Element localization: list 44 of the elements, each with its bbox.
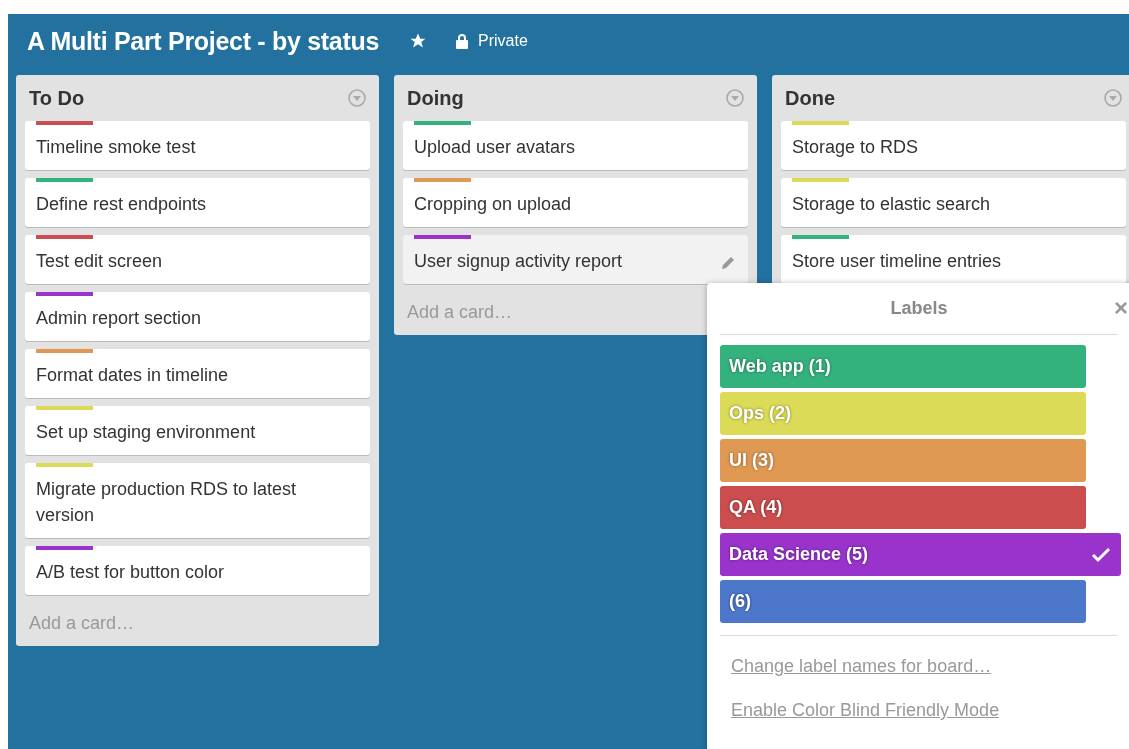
card[interactable]: A/B test for button color: [25, 546, 370, 595]
card-title: Cropping on upload: [414, 193, 572, 216]
card-title: Timeline smoke test: [36, 136, 196, 159]
star-icon[interactable]: [409, 32, 428, 50]
card-title: User signup activity report: [414, 250, 623, 273]
card-title: Storage to RDS: [792, 136, 919, 159]
card[interactable]: Timeline smoke test: [25, 121, 370, 170]
card-title: Set up staging environment: [36, 421, 256, 444]
menu-icon[interactable]: [725, 88, 745, 108]
lock-icon: [455, 33, 470, 49]
board-title[interactable]: A Multi Part Project - by status: [27, 26, 380, 56]
card-title: Store user timeline entries: [792, 250, 1002, 273]
card[interactable]: Storage to RDS: [781, 121, 1126, 170]
card[interactable]: Migrate production RDS to latest version: [25, 463, 370, 538]
card-title: Migrate production RDS to latest version: [36, 478, 298, 527]
menu-icon[interactable]: [1103, 88, 1123, 108]
menu-icon[interactable]: [347, 88, 367, 108]
card[interactable]: Upload user avatars: [403, 121, 748, 170]
card-title: Upload user avatars: [414, 136, 576, 159]
card[interactable]: Storage to elastic search: [781, 178, 1126, 227]
card-title: A/B test for button color: [36, 561, 225, 584]
visibility-label[interactable]: Private: [478, 32, 528, 50]
card-title: Test edit screen: [36, 250, 163, 273]
card[interactable]: User signup activity report: [403, 235, 748, 284]
popover-title: Labels: [890, 298, 948, 319]
card-title: Storage to elastic search: [792, 193, 991, 216]
list-title[interactable]: Doing: [407, 86, 464, 110]
list-title[interactable]: To Do: [29, 86, 85, 110]
card-title: Format dates in timeline: [36, 364, 229, 387]
card[interactable]: Define rest endpoints: [25, 178, 370, 227]
card[interactable]: Cropping on upload: [403, 178, 748, 227]
card[interactable]: Set up staging environment: [25, 406, 370, 455]
list-title[interactable]: Done: [785, 86, 835, 110]
check-icon: [1091, 546, 1111, 563]
card-title: Define rest endpoints: [36, 193, 207, 216]
label-option[interactable]: QA (4): [720, 486, 1086, 529]
pencil-icon[interactable]: [719, 254, 737, 272]
label-option[interactable]: (6): [720, 580, 1086, 623]
label-option[interactable]: Data Science (5): [720, 533, 1121, 576]
card-title: Admin report section: [36, 307, 202, 330]
card[interactable]: Admin report section: [25, 292, 370, 341]
card[interactable]: Store user timeline entries: [781, 235, 1126, 284]
card[interactable]: Test edit screen: [25, 235, 370, 284]
card[interactable]: Format dates in timeline: [25, 349, 370, 398]
